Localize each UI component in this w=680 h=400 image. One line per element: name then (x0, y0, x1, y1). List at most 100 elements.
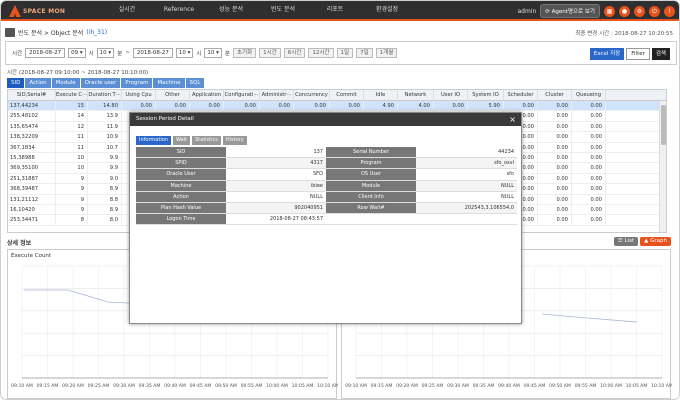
table-cell: 11 (56, 142, 88, 152)
search-button[interactable]: 검색 (651, 48, 670, 60)
dialog-tab-wait[interactable]: Wait (172, 136, 190, 145)
menu-item-report[interactable]: 리포트 (309, 1, 361, 19)
table-cell: 0.00 (572, 215, 606, 225)
menu-item-settings[interactable]: 환경설정 (361, 1, 413, 19)
tab-sql[interactable]: SQL (185, 78, 205, 88)
column-header[interactable]: Duration T··· (88, 90, 122, 100)
graph-view-label: Graph (650, 238, 667, 244)
range-7d-button[interactable]: 7일 (356, 48, 373, 58)
menu-toggle-icon[interactable] (5, 27, 15, 37)
tab-oracle-user[interactable]: Oracle user (80, 78, 121, 88)
table-cell: 0.00 (572, 142, 606, 152)
column-header[interactable]: Administr··· (260, 90, 294, 100)
column-header[interactable]: Idle (364, 90, 398, 100)
column-header[interactable]: Application (190, 90, 224, 100)
alarm-icon[interactable]: ! (664, 5, 675, 17)
table-row[interactable]: 137,44234 15 14.80 0.00 0.00 0.00 0.00 0.00 0.00… (8, 101, 666, 112)
info-value: sfo_osvl (416, 158, 517, 169)
x-tick-label: 09:15 AM (37, 383, 59, 389)
grid-scrollbar[interactable] (659, 101, 666, 232)
info-value: NULL (416, 180, 517, 191)
menu-item-performance-analysis[interactable]: 성능 분석 (205, 1, 257, 19)
column-header[interactable]: Other (156, 90, 190, 100)
info-key: Action (136, 191, 226, 202)
info-value: 902040951 (226, 202, 326, 214)
column-header[interactable]: Commit (330, 90, 364, 100)
table-cell: 9 (56, 173, 88, 184)
column-header[interactable]: Execute C··· (56, 90, 88, 100)
table-cell: 0.00 (538, 215, 572, 225)
end-minute-select[interactable]: 10 ▾ (204, 48, 222, 58)
range-1d-button[interactable]: 1일 (336, 48, 354, 58)
breadcrumb-path: 빈도 분석 > Object 분석 (18, 29, 84, 37)
reset-button[interactable]: 초기화 (232, 48, 257, 58)
x-tick-label: 09:10 AM (11, 383, 33, 389)
dialog-tab-information[interactable]: Information (136, 136, 171, 145)
tab-module[interactable]: Module (51, 78, 80, 88)
table-cell: 0.00 (504, 101, 538, 111)
column-header[interactable]: Queueing (572, 90, 606, 100)
table-cell: 14 (56, 111, 88, 121)
column-header[interactable]: SID,Serial# (8, 90, 56, 100)
column-header[interactable]: Configurati··· (224, 90, 260, 100)
range-separator: ~ (125, 50, 130, 56)
end-hour-select[interactable]: 10 ▾ (175, 48, 194, 58)
column-header[interactable]: Network (398, 90, 434, 100)
x-tick-label: 10:10 AM (317, 383, 338, 389)
series-line (541, 313, 638, 323)
list-view-button[interactable]: ☰ List (613, 237, 639, 246)
info-key: Module (326, 180, 416, 191)
dialog-tab-statistics[interactable]: Statistics (192, 136, 221, 145)
agent-view-label: Agent명으로 보기 (551, 9, 595, 15)
tab-machine[interactable]: Machine (153, 78, 185, 88)
scrollbar-thumb[interactable] (661, 105, 666, 145)
column-header[interactable]: User IO (434, 90, 468, 100)
tab-sid[interactable]: SID (7, 78, 25, 88)
x-tick-label: 10:05 AM (292, 383, 314, 389)
table-cell: 369,35100 (8, 163, 56, 173)
session-period-detail-dialog: Session Period Detail × Information Wait… (129, 112, 522, 324)
menu-item-frequency-analysis[interactable]: 빈도 분석 (257, 1, 309, 19)
menu-item-realtime[interactable]: 실시간 (101, 1, 153, 19)
user-icon[interactable]: ● (619, 5, 630, 17)
close-icon[interactable]: × (509, 113, 516, 126)
column-header[interactable]: System IO (468, 90, 504, 100)
logo[interactable]: SPACE MON (9, 4, 65, 18)
column-header[interactable]: Using Cpu (122, 90, 156, 100)
x-tick-label: 09:35 AM (473, 383, 495, 389)
end-date-input[interactable]: 2018-08-27 (132, 48, 173, 58)
table-cell: 14.80 (88, 101, 122, 111)
agent-view-button[interactable]: ⟳ Agent명으로 보기 (540, 4, 600, 18)
range-6h-button[interactable]: 6시간 (283, 48, 306, 58)
range-1h-button[interactable]: 1시간 (259, 48, 281, 58)
column-header[interactable]: Scheduler (504, 90, 538, 100)
excel-save-button[interactable]: Excel 저장 (589, 48, 625, 60)
info-value: SFO (313, 171, 323, 178)
range-1m-button[interactable]: 1개월 (375, 48, 398, 58)
dialog-header: Session Period Detail × (130, 113, 521, 126)
tab-program[interactable]: Program (121, 78, 153, 88)
table-cell: 0.00 (538, 121, 572, 132)
info-value: 44234 (498, 149, 514, 155)
power-icon[interactable]: ⏻ (649, 5, 660, 17)
table-cell: 4.90 (364, 101, 398, 111)
range-12h-button[interactable]: 12시간 (308, 48, 334, 58)
column-header[interactable]: Cluster (538, 90, 572, 100)
start-hour-value: 09 (71, 50, 79, 56)
info-row: Oracle User SFO OS User sfo (136, 169, 517, 181)
start-date-input[interactable]: 2018-08-27 (25, 48, 66, 58)
tab-action[interactable]: Action (25, 78, 51, 88)
start-minute-select[interactable]: 10 ▾ (96, 48, 115, 58)
info-key: SPID (136, 158, 226, 169)
table-cell: 11.9 (88, 121, 122, 132)
table-cell: 135,65474 (8, 121, 56, 132)
start-hour-select[interactable]: 09 ▾ (68, 48, 86, 58)
x-tick-label: 09:50 AM (215, 383, 237, 389)
gear-icon[interactable]: ⚙ (634, 5, 645, 17)
dialog-tab-history[interactable]: History (222, 136, 247, 145)
grid-icon[interactable]: ▦ (604, 5, 615, 17)
column-header[interactable]: Concurrency (294, 90, 330, 100)
filter-button[interactable]: Filter (626, 48, 650, 60)
menu-item-reference[interactable]: Reference (153, 1, 205, 19)
graph-view-button[interactable]: ▲ Graph (640, 237, 671, 246)
